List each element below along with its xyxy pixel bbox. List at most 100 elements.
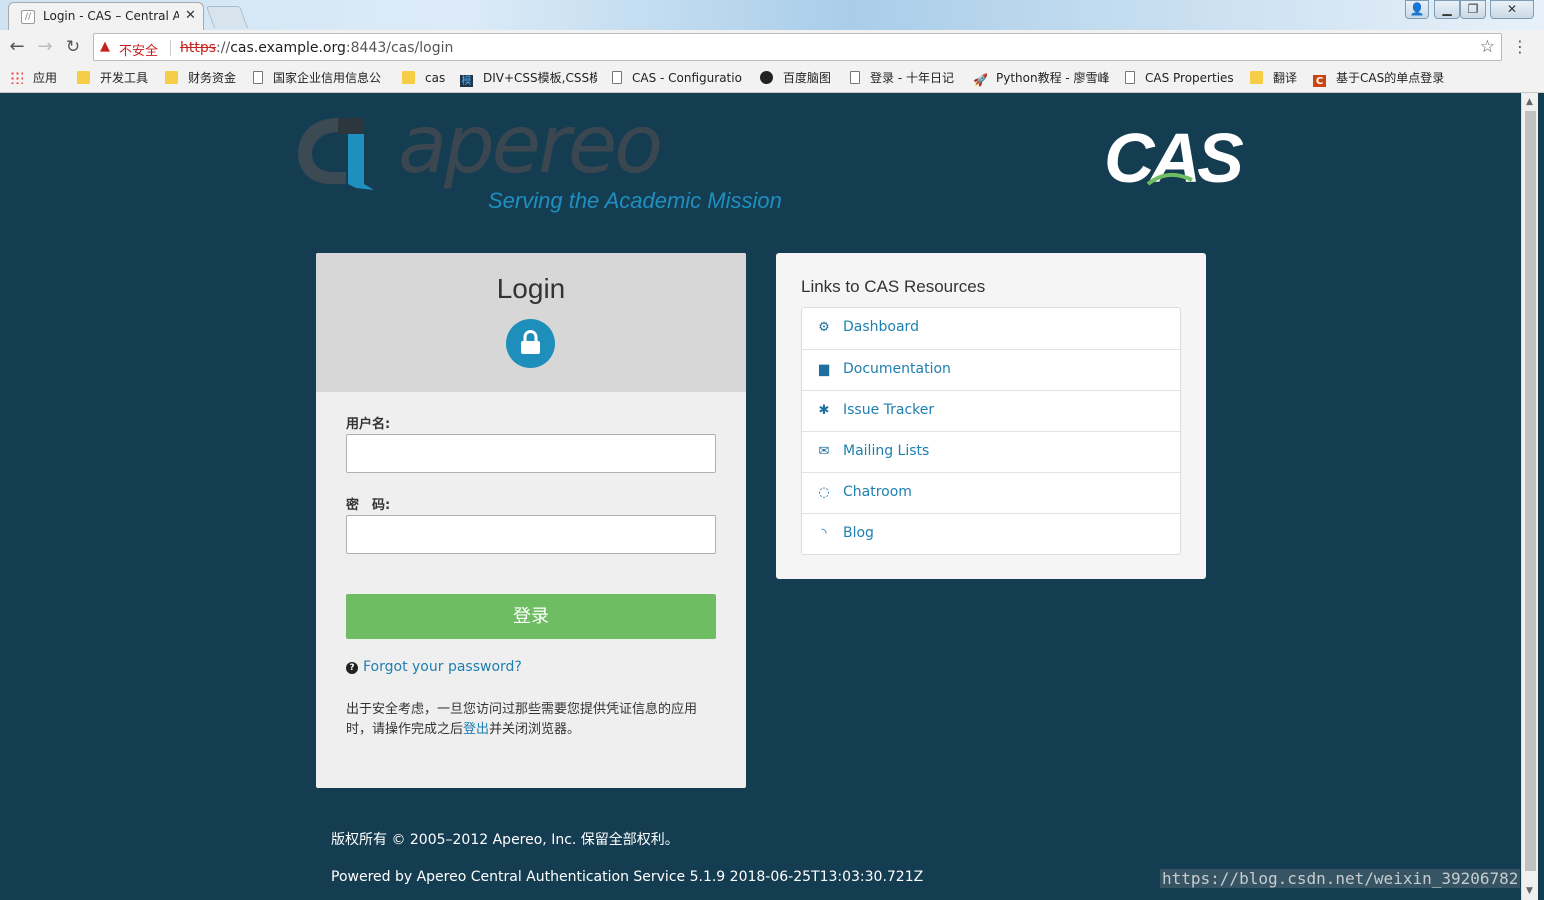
resources-panel: Links to CAS Resources ⚙ Dashboard ▆ Docum… [776,253,1206,579]
apereo-mark-icon [298,118,374,190]
bookmark-label: Python教程 - 廖雪峰 [996,71,1110,85]
bookmark-item[interactable]: CAS - Configuratio [612,69,745,87]
page-icon [850,71,860,84]
url-scheme: https [180,40,217,56]
url-path: :8443/cas/login [345,40,454,56]
logout-link[interactable]: 登出 [463,722,489,737]
resource-label: Mailing Lists [843,443,930,459]
reload-icon[interactable]: ↻ [62,36,84,58]
new-tab-button[interactable] [205,6,249,28]
watermark-text: https://blog.csdn.net/weixin_39206782 [1160,869,1521,888]
page-scrollbar[interactable]: ▲ ▼ [1521,93,1538,900]
bookmark-item[interactable]: cas [402,69,452,87]
restore-icon[interactable]: ❐ [1460,0,1486,19]
bookmark-label: 开发工具 [100,71,149,85]
bookmark-item[interactable]: 国家企业信用信息公 [253,69,386,87]
browser-menu-icon[interactable]: ⋮ [1512,36,1528,58]
bookmark-label: 百度脑图 [783,71,832,85]
page-icon [612,71,622,84]
apereo-logo: apereo Serving the Academic Mission [294,98,782,222]
bookmark-label: CAS Properties [1145,71,1234,85]
security-status[interactable]: 不安全 [119,40,158,59]
cas-swoosh-icon [1146,172,1193,186]
page-icon [253,71,263,84]
bookmark-item[interactable]: CAS Properties [1125,69,1240,87]
apps-icon [10,71,23,84]
bug-icon: ✱ [818,403,830,418]
resource-link-chatroom[interactable]: ◌ Chatroom [802,472,1180,513]
file-icon: ▆ [819,362,829,377]
resource-link-dashboard[interactable]: ⚙ Dashboard [802,308,1180,349]
resource-label: Documentation [843,361,951,377]
forgot-password-link[interactable]: ? Forgot your password? [346,659,522,675]
folder-icon [77,71,90,84]
address-divider [170,40,171,56]
address-bar[interactable]: ▲ 不安全 https://cas.example.org:8443/cas/l… [93,33,1502,61]
resources-title: Links to CAS Resources [801,277,986,296]
resource-link-blog[interactable]: ◝ Blog [802,513,1180,554]
password-input[interactable] [346,515,716,554]
folder-icon [1250,71,1263,84]
minimize-icon[interactable]: ▁ [1434,0,1460,19]
resources-list: ⚙ Dashboard ▆ Documentation ✱ Issue Tracker… [801,307,1181,555]
bookmark-label: 登录 - 十年日记 [870,71,954,85]
page-icon [1125,71,1135,84]
warning-icon[interactable]: ▲ [100,40,114,53]
tab-login[interactable]: // Login - CAS – Central A ✕ [8,2,204,30]
rss-icon: ◝ [821,526,827,541]
scroll-down-icon[interactable]: ▼ [1526,886,1533,896]
resource-label: Blog [843,525,874,541]
username-label: 用户名: [346,417,391,432]
folder-icon [402,71,415,84]
resource-link-issue-tracker[interactable]: ✱ Issue Tracker [802,390,1180,431]
bookmark-star-icon[interactable]: ☆ [1480,37,1495,57]
gears-icon: ⚙ [818,320,830,335]
bookmarks-bar: 应用 开发工具 财务资金 国家企业信用信息公 cas 模 DIV+CSS模板,CS… [0,64,1544,92]
question-circle-icon: ? [346,662,358,674]
bookmark-item[interactable]: 🚀 Python教程 - 廖雪峰 [973,69,1111,87]
tab-strip: // Login - CAS – Central A ✕ 👤 ▁ ❐ ✕ [0,0,1544,30]
window-close-icon[interactable]: ✕ [1490,0,1534,19]
forward-arrow-icon[interactable]: → [34,36,56,58]
lock-icon [506,319,555,368]
login-submit-button[interactable]: 登录 [346,594,716,639]
bookmark-item[interactable]: 财务资金 [165,69,241,87]
resource-link-documentation[interactable]: ▆ Documentation [802,349,1180,390]
tab-title: Login - CAS – Central A [43,9,179,23]
bookmark-label: 国家企业信用信息公 [273,71,382,85]
bookmark-label: cas [425,71,446,85]
username-input[interactable] [346,434,716,473]
page-favicon-icon: // [21,10,35,24]
password-label: 密 码: [346,498,391,513]
url-host: cas.example.org [230,40,346,56]
powered-by-text: Powered by Apereo Central Authentication… [331,869,924,885]
security-note: 出于安全考虑，一旦您访问过那些需要您提供凭证信息的应用时，请操作完成之后登出并关… [346,700,718,740]
bookmark-item[interactable]: 应用 [10,69,70,87]
browser-toolbar: ← → ↻ ▲ 不安全 https://cas.example.org:8443… [0,30,1544,64]
bookmark-item[interactable]: 翻译 [1250,69,1304,87]
scroll-up-icon[interactable]: ▲ [1526,97,1533,107]
security-note-tail: 并关闭浏览器。 [489,722,581,737]
login-panel: Login 用户名: 密 码: 登录 ? Forgot your password… [316,253,746,788]
apereo-wordmark: apereo [398,98,663,191]
bookmark-item[interactable]: 开发工具 [77,69,153,87]
owl-icon [760,71,773,84]
bookmark-item[interactable]: 模 DIV+CSS模板,CSS模 [460,69,597,87]
profile-icon[interactable]: 👤 [1405,0,1429,19]
url-text[interactable]: https://cas.example.org:8443/cas/login [180,40,453,56]
copyright-text: 版权所有 © 2005–2012 Apereo, Inc. 保留全部权利。 [331,832,679,848]
tab-close-icon[interactable]: ✕ [185,8,196,23]
login-header: Login [316,253,746,392]
forgot-password-label: Forgot your password? [363,659,522,675]
bookmark-item[interactable]: 百度脑图 [760,69,840,87]
resource-label: Chatroom [843,484,912,500]
resource-label: Dashboard [843,319,919,335]
bookmark-item[interactable]: 登录 - 十年日记 [850,69,964,87]
resource-link-mailing-lists[interactable]: ✉ Mailing Lists [802,431,1180,472]
apereo-tagline: Serving the Academic Mission [488,188,782,213]
browser-chrome: // Login - CAS – Central A ✕ 👤 ▁ ❐ ✕ ← →… [0,0,1544,93]
bookmark-item[interactable]: C 基于CAS的单点登录 [1313,69,1448,87]
back-arrow-icon[interactable]: ← [6,36,28,58]
scrollbar-thumb[interactable] [1525,111,1536,871]
bookmark-label: 翻译 [1273,71,1298,85]
